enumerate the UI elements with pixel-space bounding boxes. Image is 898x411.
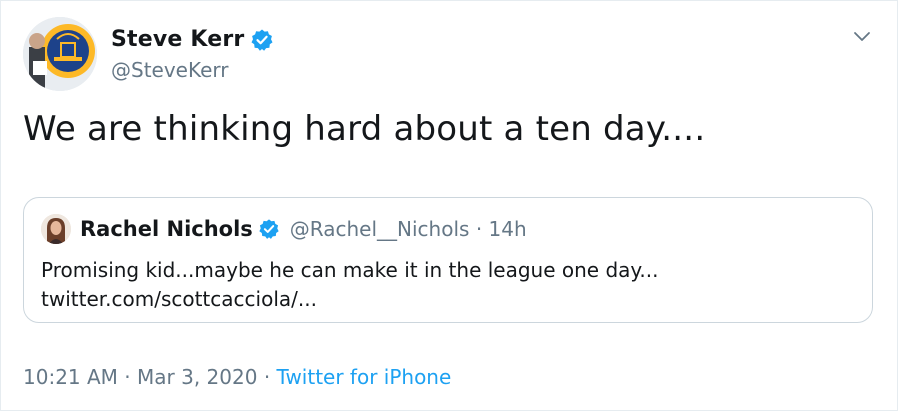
quoted-meta: @Rachel__Nichols · 14h [290, 217, 527, 241]
quoted-author-name[interactable]: Rachel Nichols [80, 217, 253, 241]
tweet-footer: 10:21 AM · Mar 3, 2020 · Twitter for iPh… [23, 365, 451, 389]
tweet-time[interactable]: 10:21 AM [23, 365, 118, 389]
verified-badge-icon [250, 28, 274, 52]
quoted-tweet-text: Promising kid...maybe he can make it in … [41, 256, 861, 314]
verified-badge-icon [258, 218, 280, 240]
quoted-header: Rachel Nichols @Rachel__Nichols · 14h [80, 214, 527, 244]
separator-dot: · [124, 365, 131, 389]
golden-state-warriors-avatar-icon [23, 17, 97, 91]
author-avatar[interactable] [23, 17, 97, 91]
tweet-source-link[interactable]: Twitter for iPhone [277, 365, 452, 389]
quoted-tweet-age[interactable]: 14h [489, 217, 527, 241]
tweet-text: We are thinking hard about a ten day.... [23, 109, 706, 149]
chevron-down-icon[interactable] [851, 25, 873, 47]
author-name-row[interactable]: Steve Kerr [111, 27, 274, 52]
quoted-text-line: Promising kid...maybe he can make it in … [41, 258, 659, 282]
tweet-card: Steve Kerr @SteveKerr We are thinking ha… [0, 0, 898, 411]
quoted-tweet[interactable]: Rachel Nichols @Rachel__Nichols · 14h Pr… [23, 197, 873, 323]
author-name[interactable]: Steve Kerr [111, 27, 244, 52]
author-handle[interactable]: @SteveKerr [111, 58, 229, 82]
tweet-date[interactable]: Mar 3, 2020 [137, 365, 257, 389]
quoted-link[interactable]: twitter.com/scottcacciola/... [41, 285, 861, 314]
separator-dot: · [475, 217, 483, 241]
rachel-nichols-avatar-icon [41, 214, 71, 244]
quoted-author-avatar[interactable] [41, 214, 71, 244]
quoted-author-handle[interactable]: @Rachel__Nichols [290, 217, 470, 241]
separator-dot: · [263, 365, 271, 389]
